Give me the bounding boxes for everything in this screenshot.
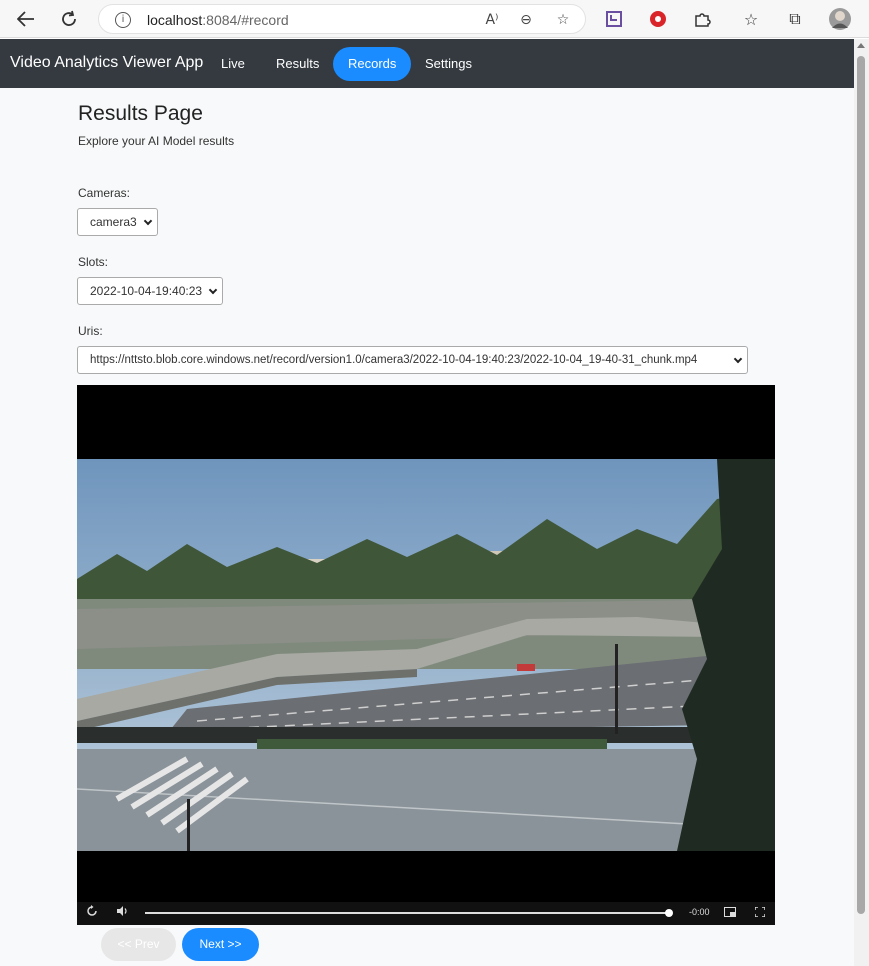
page-scrollbar[interactable] — [854, 39, 869, 966]
time-remaining: -0:00 — [689, 907, 710, 917]
profile-avatar[interactable] — [828, 7, 852, 31]
back-arrow-icon[interactable] — [14, 7, 38, 31]
add-favorite-icon[interactable]: ☆ — [552, 9, 574, 31]
page-title: Results Page — [78, 102, 203, 125]
replay-icon[interactable] — [84, 905, 100, 921]
prev-button[interactable]: << Prev — [101, 928, 176, 961]
fullscreen-icon[interactable] — [752, 905, 768, 921]
read-aloud-icon[interactable]: A⁾ — [481, 9, 503, 31]
collections-icon[interactable]: ⧉ — [783, 7, 807, 31]
nav-settings[interactable]: Settings — [410, 47, 487, 81]
slots-select-value: 2022-10-04-19:40:23 — [90, 284, 203, 298]
app-brand[interactable]: Video Analytics Viewer App — [10, 54, 203, 72]
extension-record-icon[interactable] — [646, 7, 670, 31]
scrollbar-thumb[interactable] — [857, 56, 865, 914]
extensions-puzzle-icon[interactable] — [690, 7, 714, 31]
picture-in-picture-icon[interactable] — [722, 905, 738, 921]
browser-toolbar: i localhost:8084/#record A⁾ ⊖ ☆ ☆ ⧉ — [0, 0, 869, 38]
video-player[interactable]: -0:00 — [77, 385, 775, 925]
url-host: localhost — [147, 12, 203, 28]
url-text[interactable]: localhost:8084/#record — [147, 12, 289, 28]
page-subtitle: Explore your AI Model results — [78, 134, 235, 148]
cameras-select[interactable]: camera3 — [77, 208, 158, 236]
slots-select[interactable]: 2022-10-04-19:40:23 — [77, 277, 223, 305]
info-icon[interactable]: i — [115, 12, 131, 28]
extension-notes-icon[interactable] — [602, 7, 626, 31]
progress-knob[interactable] — [665, 909, 673, 917]
chevron-down-icon — [143, 216, 153, 226]
video-controls: -0:00 — [77, 902, 775, 925]
next-button[interactable]: Next >> — [182, 928, 259, 961]
zoom-out-icon[interactable]: ⊖ — [515, 9, 537, 31]
video-frame — [77, 459, 775, 851]
scroll-up-icon[interactable] — [857, 43, 865, 48]
cameras-label: Cameras: — [78, 186, 131, 200]
chevron-down-icon — [208, 285, 218, 295]
results-page: Results Page Explore your AI Model resul… — [0, 88, 854, 966]
uris-label: Uris: — [78, 324, 103, 338]
refresh-icon[interactable] — [57, 7, 81, 31]
chevron-down-icon — [733, 354, 743, 364]
nav-live[interactable]: Live — [206, 47, 260, 81]
nav-results[interactable]: Results — [261, 47, 334, 81]
volume-icon[interactable] — [114, 905, 130, 921]
app-navbar: Video Analytics Viewer App Live Results … — [0, 39, 854, 88]
nav-records[interactable]: Records — [333, 47, 412, 81]
uris-select-value: https://nttsto.blob.core.windows.net/rec… — [90, 354, 698, 366]
progress-bar[interactable] — [145, 912, 669, 914]
favorites-icon[interactable]: ☆ — [739, 7, 763, 31]
url-path: :8084/#record — [202, 12, 289, 28]
uris-select[interactable]: https://nttsto.blob.core.windows.net/rec… — [77, 346, 748, 374]
slots-label: Slots: — [78, 255, 109, 269]
address-bar[interactable]: i localhost:8084/#record A⁾ ⊖ ☆ — [98, 4, 586, 34]
cameras-select-value: camera3 — [90, 215, 137, 229]
